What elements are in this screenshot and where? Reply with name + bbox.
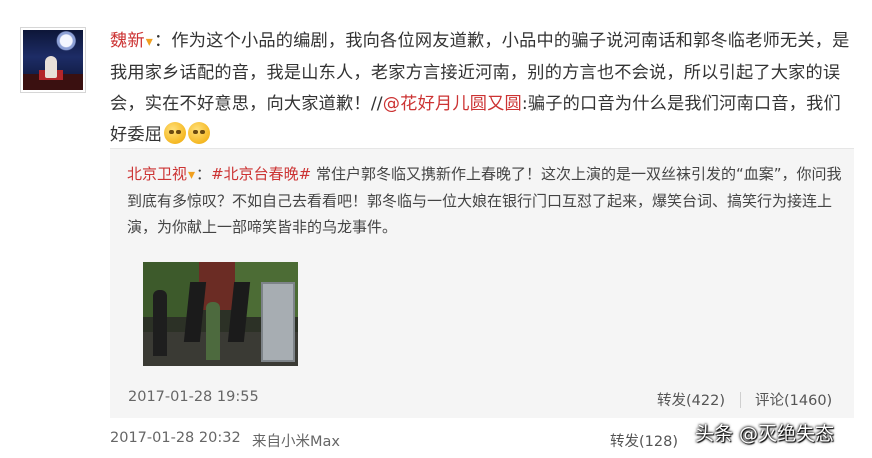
avatar-image bbox=[23, 30, 83, 90]
post-username[interactable]: 魏新 bbox=[110, 31, 145, 51]
post-timestamp[interactable]: 2017-01-28 20:32 bbox=[110, 430, 241, 446]
mention-link[interactable]: @花好月儿圆又圆 bbox=[383, 94, 522, 114]
crying-face-icon bbox=[164, 122, 187, 144]
repost-forward-button[interactable]: 转发(422) bbox=[657, 389, 725, 410]
post-source[interactable]: 来自小米Max bbox=[252, 430, 340, 451]
crying-face-icon bbox=[188, 122, 211, 144]
repost-card: 北京卫视▾：#北京台春晚# 常住户郭冬临又携新作上春晚了！这次上演的是一双丝袜引… bbox=[110, 148, 854, 418]
topic-link[interactable]: #北京台春晚# bbox=[211, 165, 311, 183]
avatar[interactable] bbox=[20, 27, 86, 93]
repost-username[interactable]: 北京卫视 bbox=[127, 165, 187, 183]
repost-comment-button[interactable]: 评论(1460) bbox=[755, 389, 832, 410]
watermark: 头条 @灭绝失态 bbox=[695, 423, 835, 445]
divider bbox=[740, 392, 741, 408]
post-text: 魏新▾：作为这个小品的编剧，我向各位网友道歉，小品中的骗子说河南话和郭冬临老师无… bbox=[110, 26, 850, 151]
repost-timestamp[interactable]: 2017-01-28 19:55 bbox=[128, 389, 259, 405]
repost-text: 北京卫视▾：#北京台春晚# 常住户郭冬临又携新作上春晚了！这次上演的是一双丝袜引… bbox=[127, 161, 842, 240]
repost-video-thumbnail[interactable] bbox=[143, 262, 298, 366]
repost-separator: ： bbox=[196, 165, 212, 183]
vip-badge-icon: ▾ bbox=[188, 167, 196, 183]
vip-badge-icon: ▾ bbox=[145, 34, 154, 50]
post-forward-button[interactable]: 转发(128) bbox=[610, 430, 678, 451]
